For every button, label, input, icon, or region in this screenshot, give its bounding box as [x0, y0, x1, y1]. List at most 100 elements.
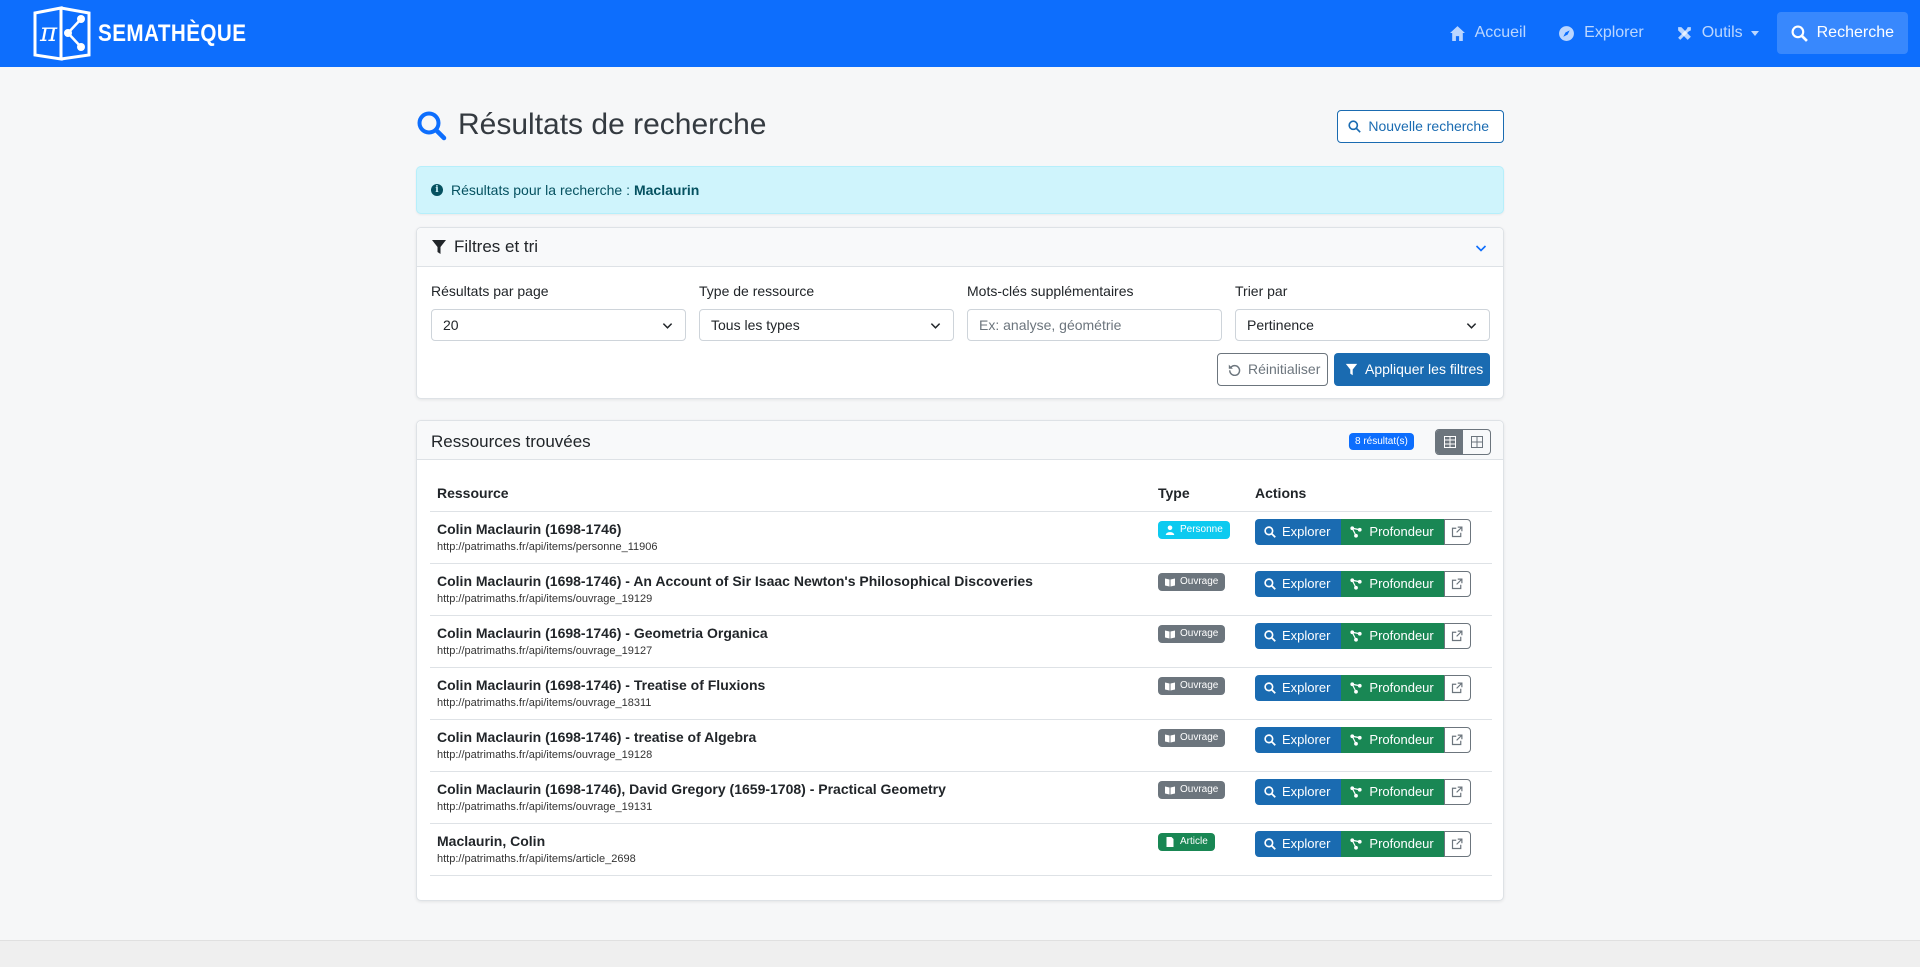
keywords-input[interactable]: Ex: analyse, géométrie: [967, 309, 1222, 341]
search-icon: [1791, 25, 1808, 42]
reset-button[interactable]: Réinitialiser: [1217, 353, 1328, 386]
depth-label: Profondeur: [1369, 836, 1434, 851]
row-actions: Explorer Profondeur: [1255, 675, 1471, 701]
filter-icon: [432, 240, 446, 254]
nav-item-label: Outils: [1701, 24, 1743, 41]
explore-button[interactable]: Explorer: [1255, 779, 1342, 805]
filters-header[interactable]: Filtres et tri: [417, 228, 1503, 267]
open-external-button[interactable]: [1443, 727, 1471, 753]
search-info-alert: i Résultats pour la recherche : Maclauri…: [416, 166, 1504, 214]
caret-down-icon: [1750, 30, 1759, 36]
open-external-button[interactable]: [1443, 779, 1471, 805]
resource-type-label: Type de ressource: [699, 283, 815, 299]
chevron-down-icon: [662, 323, 673, 329]
depth-button[interactable]: Profondeur: [1341, 831, 1444, 857]
resource-name-link[interactable]: Colin Maclaurin (1698-1746), David Grego…: [437, 781, 946, 797]
explore-label: Explorer: [1282, 680, 1331, 695]
apply-filters-button[interactable]: Appliquer les filtres: [1334, 353, 1490, 386]
explore-label: Explorer: [1282, 732, 1331, 747]
resource-name-link[interactable]: Colin Maclaurin (1698-1746) - Treatise o…: [437, 677, 765, 693]
row-actions: Explorer Profondeur: [1255, 519, 1471, 545]
explore-button[interactable]: Explorer: [1255, 727, 1342, 753]
depth-label: Profondeur: [1369, 680, 1434, 695]
search-icon: [1264, 786, 1276, 798]
keywords-field: Mots-clés supplémentaires Ex: analyse, g…: [967, 283, 1222, 341]
depth-button[interactable]: Profondeur: [1341, 727, 1444, 753]
depth-button[interactable]: Profondeur: [1341, 623, 1444, 649]
explore-button[interactable]: Explorer: [1255, 623, 1342, 649]
network-icon: [1350, 630, 1363, 642]
row-actions: Explorer Profondeur: [1255, 779, 1471, 805]
open-external-button[interactable]: [1443, 623, 1471, 649]
row-actions: Explorer Profondeur: [1255, 623, 1471, 649]
chevron-down-icon[interactable]: [1475, 242, 1487, 254]
grid-view-button[interactable]: [1463, 430, 1490, 454]
depth-button[interactable]: Profondeur: [1341, 519, 1444, 545]
resource-url: http://patrimaths.fr/api/items/ouvrage_1…: [437, 801, 653, 813]
explore-button[interactable]: Explorer: [1255, 831, 1342, 857]
resource-url: http://patrimaths.fr/api/items/ouvrage_1…: [437, 593, 653, 605]
column-header-type: Type: [1158, 485, 1190, 501]
search-icon: [1264, 526, 1276, 538]
external-link-icon: [1452, 630, 1463, 642]
external-link-icon: [1452, 786, 1463, 798]
external-link-icon: [1452, 682, 1463, 694]
book-open-icon: [1165, 786, 1175, 795]
resource-name-link[interactable]: Colin Maclaurin (1698-1746) - Geometria …: [437, 625, 768, 641]
type-badge: Ouvrage: [1158, 625, 1226, 643]
nav-item-label: Explorer: [1584, 24, 1644, 41]
resource-name-link[interactable]: Colin Maclaurin (1698-1746) - An Account…: [437, 573, 1033, 589]
type-badge: Article: [1158, 833, 1215, 851]
network-icon: [1350, 734, 1363, 746]
sort-value: Pertinence: [1247, 317, 1314, 333]
type-badge-label: Personne: [1180, 524, 1223, 535]
network-icon: [1350, 578, 1363, 590]
filters-title: Filtres et tri: [431, 237, 538, 257]
explore-button[interactable]: Explorer: [1255, 571, 1342, 597]
depth-button[interactable]: Profondeur: [1341, 779, 1444, 805]
search-icon: [1264, 682, 1276, 694]
open-external-button[interactable]: [1443, 571, 1471, 597]
sort-select[interactable]: Pertinence: [1235, 309, 1490, 341]
nav-item-label: Accueil: [1474, 24, 1527, 41]
filters-title-label: Filtres et tri: [454, 237, 539, 256]
table-header-row: Ressource Type Actions: [430, 476, 1492, 512]
table-row: Colin Maclaurin (1698-1746), David Grego…: [430, 772, 1492, 824]
per-page-select[interactable]: 20: [431, 309, 686, 341]
table-view-button[interactable]: [1436, 430, 1463, 454]
open-external-button[interactable]: [1443, 675, 1471, 701]
open-external-button[interactable]: [1443, 831, 1471, 857]
resource-name-link[interactable]: Colin Maclaurin (1698-1746) - treatise o…: [437, 729, 756, 745]
nav-item-accueil[interactable]: Accueil: [1435, 12, 1541, 54]
depth-button[interactable]: Profondeur: [1341, 675, 1444, 701]
nav-item-explorer[interactable]: Explorer: [1544, 12, 1658, 54]
new-search-button[interactable]: Nouvelle recherche: [1337, 110, 1504, 143]
resource-name-link[interactable]: Colin Maclaurin (1698-1746): [437, 521, 621, 537]
info-icon: i: [431, 184, 443, 196]
per-page-field: Résultats par page 20: [431, 283, 686, 341]
explore-button[interactable]: Explorer: [1255, 519, 1342, 545]
resource-name-link[interactable]: Maclaurin, Colin: [437, 833, 545, 849]
explore-button[interactable]: Explorer: [1255, 675, 1342, 701]
resource-type-select[interactable]: Tous les types: [699, 309, 954, 341]
search-icon: [417, 111, 447, 141]
row-actions: Explorer Profondeur: [1255, 727, 1471, 753]
resource-url: http://patrimaths.fr/api/items/ouvrage_1…: [437, 645, 653, 657]
brand-link[interactable]: π SEMATHÈQUE: [32, 5, 271, 63]
depth-button[interactable]: Profondeur: [1341, 571, 1444, 597]
resource-type-value: Tous les types: [711, 317, 800, 333]
resource-url: http://patrimaths.fr/api/items/ouvrage_1…: [437, 697, 652, 709]
open-external-button[interactable]: [1443, 519, 1471, 545]
type-badge: Ouvrage: [1158, 677, 1226, 695]
network-icon: [1350, 682, 1363, 694]
type-badge-label: Ouvrage: [1180, 576, 1219, 587]
type-badge: Ouvrage: [1158, 573, 1226, 591]
nav-item-recherche[interactable]: Recherche: [1776, 12, 1908, 54]
nav-item-outils[interactable]: Outils: [1662, 12, 1773, 54]
nav-item-label: Recherche: [1816, 24, 1894, 41]
document-icon: [1166, 837, 1174, 847]
person-icon: [1165, 525, 1175, 535]
table-row: Maclaurin, Colin http://patrimaths.fr/api…: [430, 824, 1492, 876]
search-icon: [1264, 734, 1276, 746]
per-page-value: 20: [443, 317, 459, 333]
